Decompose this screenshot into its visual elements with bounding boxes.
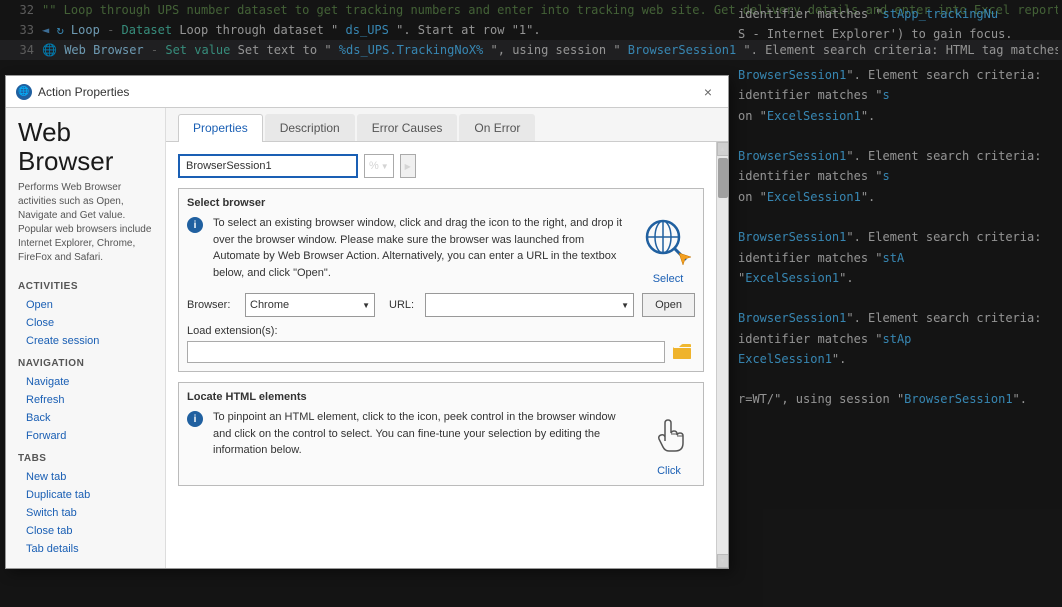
locate-description: To pinpoint an HTML element, click to th… bbox=[213, 409, 633, 459]
sidebar-item-open[interactable]: Open bbox=[6, 296, 165, 314]
action-properties-dialog: 🌐 Action Properties × WebBrowser Perform… bbox=[5, 75, 729, 569]
content-area: Properties Description Error Causes On E… bbox=[166, 108, 728, 568]
sidebar-item-new-tab[interactable]: New tab bbox=[6, 468, 165, 486]
browser-label: Browser: bbox=[187, 299, 237, 311]
session-row: BrowserSession1 % ▼ ▶ bbox=[178, 154, 704, 178]
tab-on-error[interactable]: On Error bbox=[459, 114, 535, 141]
folder-button[interactable] bbox=[669, 341, 695, 363]
url-dropdown-arrow: ▼ bbox=[621, 301, 629, 310]
scroll-thumb[interactable] bbox=[718, 158, 728, 198]
tabs-section-label: TABS bbox=[6, 445, 165, 468]
scroll-right-btn[interactable]: ▶ bbox=[400, 154, 416, 178]
browser-dropdown-arrow: ▼ bbox=[362, 301, 370, 310]
scroll-down-btn[interactable]: ▼ bbox=[717, 554, 729, 568]
sidebar-item-switch-tab[interactable]: Switch tab bbox=[6, 504, 165, 522]
percent-dropdown[interactable]: % ▼ bbox=[364, 154, 394, 178]
click-icon bbox=[643, 409, 695, 461]
sidebar-item-forward[interactable]: Forward bbox=[6, 427, 165, 445]
browser-dropdown[interactable]: Chrome ▼ bbox=[245, 293, 375, 317]
sidebar-item-tab-details[interactable]: Tab details bbox=[6, 540, 165, 558]
tab-bar: Properties Description Error Causes On E… bbox=[166, 108, 728, 142]
session-input[interactable]: BrowserSession1 bbox=[178, 154, 358, 178]
select-browser-title: Select browser bbox=[187, 197, 695, 209]
select-browser-section: Select browser i To select an existing b… bbox=[178, 188, 704, 372]
click-icon-area: Click bbox=[643, 409, 695, 477]
tab-properties[interactable]: Properties bbox=[178, 114, 263, 142]
brand-description: Performs Web Browser activities such as … bbox=[18, 181, 153, 265]
dialog-title: Action Properties bbox=[38, 85, 129, 99]
sidebar-item-back[interactable]: Back bbox=[6, 409, 165, 427]
dialog-icon: 🌐 bbox=[16, 84, 32, 100]
scroll-up-btn[interactable]: ▲ bbox=[717, 142, 729, 156]
tab-error-causes[interactable]: Error Causes bbox=[357, 114, 458, 141]
sidebar-item-close-tab[interactable]: Close tab bbox=[6, 522, 165, 540]
scrollbar[interactable]: ▲ ▼ bbox=[716, 142, 728, 568]
sidebar-item-navigate[interactable]: Navigate bbox=[6, 373, 165, 391]
sidebar-item-create-session[interactable]: Create session bbox=[6, 332, 165, 350]
dialog-titlebar: 🌐 Action Properties × bbox=[6, 76, 728, 108]
url-dropdown[interactable]: ▼ bbox=[425, 293, 634, 317]
sidebar-item-close[interactable]: Close bbox=[6, 314, 165, 332]
close-button[interactable]: × bbox=[698, 82, 718, 102]
locate-html-section: Locate HTML elements i To pinpoint an HT… bbox=[178, 382, 704, 486]
navigation-section-label: NAVIGATION bbox=[6, 350, 165, 373]
brand-title: WebBrowser bbox=[18, 118, 153, 175]
locate-html-title: Locate HTML elements bbox=[187, 391, 695, 403]
tab-description[interactable]: Description bbox=[265, 114, 355, 141]
sidebar-item-refresh[interactable]: Refresh bbox=[6, 391, 165, 409]
load-extension-input[interactable] bbox=[187, 341, 665, 363]
select-browser-info-icon: i bbox=[187, 217, 203, 233]
dialog-body: WebBrowser Performs Web Browser activiti… bbox=[6, 108, 728, 568]
content-panel: BrowserSession1 % ▼ ▶ Select browser bbox=[166, 142, 716, 568]
locate-info-icon: i bbox=[187, 411, 203, 427]
select-icon-area: Select bbox=[641, 215, 695, 285]
select-label: Select bbox=[653, 273, 684, 285]
open-button[interactable]: Open bbox=[642, 293, 695, 317]
sidebar-item-duplicate-tab[interactable]: Duplicate tab bbox=[6, 486, 165, 504]
select-browser-description: To select an existing browser window, cl… bbox=[213, 215, 631, 281]
click-label: Click bbox=[657, 465, 681, 477]
load-extension-label: Load extension(s): bbox=[187, 325, 695, 337]
modal-overlay: 🌐 Action Properties × WebBrowser Perform… bbox=[0, 0, 1062, 607]
select-browser-icon bbox=[641, 215, 695, 269]
sidebar: WebBrowser Performs Web Browser activiti… bbox=[6, 108, 166, 568]
url-label: URL: bbox=[389, 299, 417, 311]
activities-section-label: ACTIVITIES bbox=[6, 273, 165, 296]
sidebar-brand: WebBrowser Performs Web Browser activiti… bbox=[6, 118, 165, 273]
